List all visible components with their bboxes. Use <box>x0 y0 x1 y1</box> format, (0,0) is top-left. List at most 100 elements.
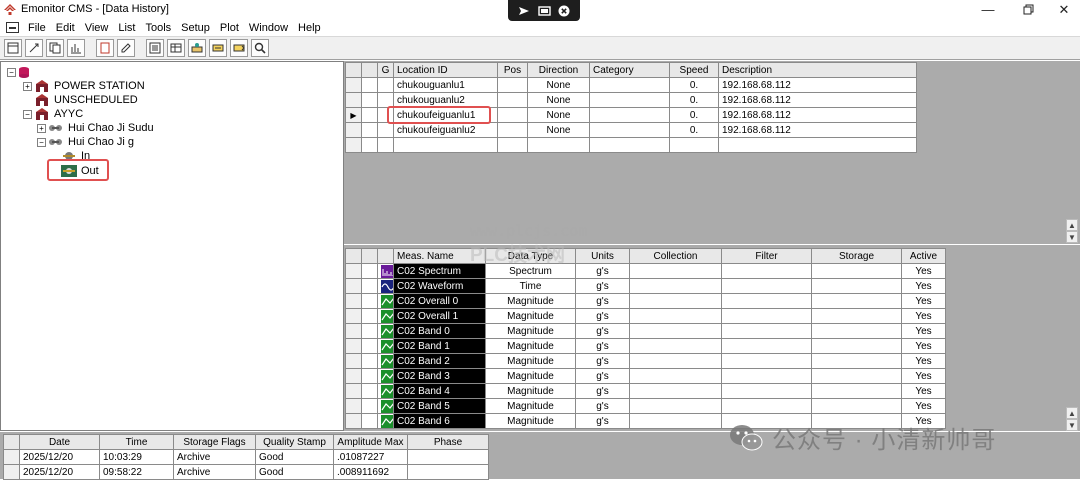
col-header-active[interactable]: Active <box>901 248 946 264</box>
system-menu-icon[interactable] <box>6 22 19 33</box>
meas-filter[interactable] <box>721 263 812 279</box>
location-description[interactable]: 192.168.68.112 <box>718 92 917 108</box>
meas-collection[interactable] <box>629 323 722 339</box>
meas-name[interactable]: C02 Band 0 <box>393 323 486 339</box>
meas-active[interactable]: Yes <box>901 338 946 354</box>
row-indicator[interactable] <box>345 398 362 414</box>
meas-units[interactable]: g's <box>575 383 630 399</box>
expand-icon[interactable]: + <box>37 123 46 133</box>
meas-data-type[interactable]: Magnitude <box>485 398 576 414</box>
col-header-collection[interactable]: Collection <box>629 248 722 264</box>
minimize-icon[interactable]: — <box>970 0 1006 19</box>
location-speed[interactable]: 0. <box>669 77 719 93</box>
meas-storage[interactable] <box>811 323 902 339</box>
table-row[interactable]: C02 Band 1 Magnitude g's Yes <box>345 338 946 354</box>
table-row[interactable]: C02 Band 5 Magnitude g's Yes <box>345 398 946 414</box>
row-indicator[interactable] <box>345 338 362 354</box>
meas-filter[interactable] <box>721 398 812 414</box>
meas-name[interactable]: C02 Band 4 <box>393 383 486 399</box>
copy-icon[interactable] <box>46 39 64 57</box>
col-header-time[interactable]: Time <box>99 434 174 450</box>
table-row[interactable]: C02 Overall 1 Magnitude g's Yes <box>345 308 946 324</box>
row-indicator[interactable] <box>345 278 362 294</box>
table-row[interactable]: C02 Band 2 Magnitude g's Yes <box>345 353 946 369</box>
meas-collection[interactable] <box>629 263 722 279</box>
table-row[interactable]: C02 Band 3 Magnitude g's Yes <box>345 368 946 384</box>
location-category[interactable] <box>589 107 670 123</box>
scroll-up-icon[interactable]: ▲ <box>1066 219 1078 231</box>
meas-collection[interactable] <box>629 368 722 384</box>
location-pos[interactable] <box>497 107 528 123</box>
meas-collection[interactable] <box>629 398 722 414</box>
history-amplitude[interactable]: .008911692 <box>333 464 408 480</box>
document-icon[interactable] <box>96 39 114 57</box>
location-category[interactable] <box>589 122 670 138</box>
col-header-date[interactable]: Date <box>19 434 100 450</box>
col-header-description[interactable]: Description <box>718 62 917 78</box>
col-header-pos[interactable]: Pos <box>497 62 528 78</box>
col-header-phase[interactable]: Phase <box>407 434 489 450</box>
meas-name[interactable]: C02 Overall 1 <box>393 308 486 324</box>
tree-item-unscheduled[interactable]: UNSCHEDULED <box>34 93 138 107</box>
meas-filter[interactable] <box>721 308 812 324</box>
export-icon[interactable] <box>230 39 248 57</box>
current-row-arrow-icon[interactable]: ▶ <box>345 107 362 123</box>
meas-storage[interactable] <box>811 368 902 384</box>
meas-filter[interactable] <box>721 323 812 339</box>
meas-data-type[interactable]: Magnitude <box>485 293 576 309</box>
meas-data-type[interactable]: Magnitude <box>485 323 576 339</box>
col-header-location-id[interactable]: Location ID <box>393 62 498 78</box>
history-quality[interactable]: Good <box>255 464 334 480</box>
meas-data-type[interactable]: Time <box>485 278 576 294</box>
route-icon[interactable] <box>188 39 206 57</box>
location-description[interactable]: 192.168.68.112 <box>718 77 917 93</box>
row-indicator[interactable] <box>345 263 362 279</box>
row-indicator[interactable] <box>345 308 362 324</box>
meas-name[interactable]: C02 Overall 0 <box>393 293 486 309</box>
meas-name[interactable]: C02 Band 2 <box>393 353 486 369</box>
pointer-icon[interactable] <box>517 5 531 17</box>
meas-units[interactable]: g's <box>575 338 630 354</box>
menu-view[interactable]: View <box>80 22 114 34</box>
meas-filter[interactable] <box>721 353 812 369</box>
meas-collection[interactable] <box>629 338 722 354</box>
meas-collection[interactable] <box>629 413 722 429</box>
tree-item-out[interactable]: Out <box>61 164 99 178</box>
tree-item-hui-chao-ji-sudu[interactable]: + Hui Chao Ji Sudu <box>37 121 154 135</box>
location-description[interactable]: 192.168.68.112 <box>718 122 917 138</box>
location-id[interactable]: chukouguanlu1 <box>393 77 498 93</box>
table-icon[interactable] <box>167 39 185 57</box>
location-direction[interactable]: None <box>527 92 590 108</box>
meas-data-type[interactable]: Magnitude <box>485 308 576 324</box>
meas-active[interactable]: Yes <box>901 383 946 399</box>
row-indicator[interactable] <box>345 293 362 309</box>
history-date[interactable]: 2025/12/20 <box>19 449 100 465</box>
meas-storage[interactable] <box>811 263 902 279</box>
meas-units[interactable]: g's <box>575 293 630 309</box>
col-header-direction[interactable]: Direction <box>527 62 590 78</box>
row-indicator[interactable] <box>345 353 362 369</box>
meas-units[interactable]: g's <box>575 278 630 294</box>
transfer-icon[interactable] <box>209 39 227 57</box>
col-header-storage[interactable]: Storage <box>811 248 902 264</box>
history-amplitude[interactable]: .01087227 <box>333 449 408 465</box>
tree-item-hui-chao-ji-g[interactable]: − Hui Chao Ji g <box>37 135 134 149</box>
row-indicator[interactable] <box>345 368 362 384</box>
meas-active[interactable]: Yes <box>901 353 946 369</box>
meas-active[interactable]: Yes <box>901 368 946 384</box>
location-pos[interactable] <box>497 77 528 93</box>
meas-collection[interactable] <box>629 278 722 294</box>
location-pos[interactable] <box>497 92 528 108</box>
scroll-down-icon[interactable]: ▼ <box>1066 231 1078 243</box>
meas-data-type[interactable]: Magnitude <box>485 353 576 369</box>
meas-units[interactable]: g's <box>575 263 630 279</box>
collapse-icon[interactable]: − <box>7 67 16 77</box>
row-indicator[interactable] <box>345 413 362 429</box>
meas-name[interactable]: C02 Band 3 <box>393 368 486 384</box>
history-flags[interactable]: Archive <box>173 464 256 480</box>
menu-list[interactable]: List <box>113 22 140 34</box>
col-header-filter[interactable]: Filter <box>721 248 812 264</box>
meas-name[interactable]: C02 Band 5 <box>393 398 486 414</box>
history-time[interactable]: 09:58:22 <box>99 464 174 480</box>
meas-storage[interactable] <box>811 278 902 294</box>
